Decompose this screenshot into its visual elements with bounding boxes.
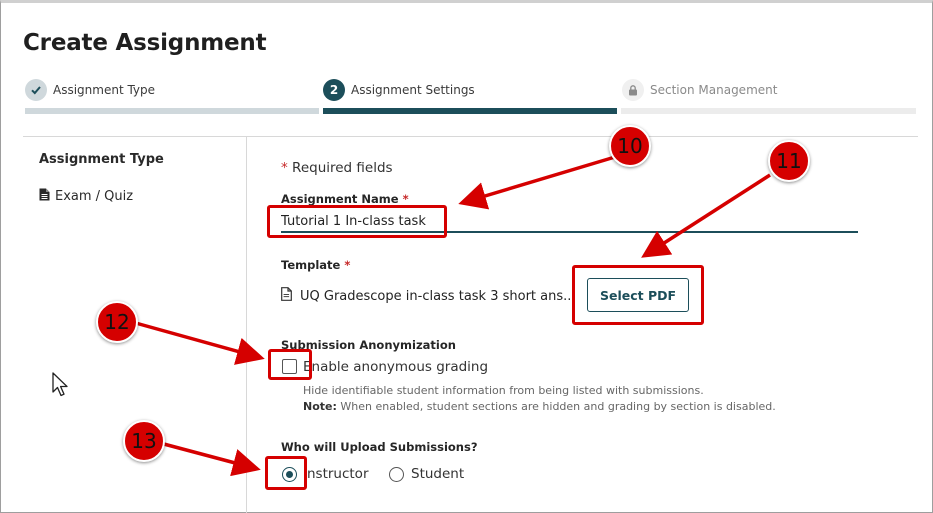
- annotation-badge-10: 10: [609, 125, 651, 167]
- arrow-11: [641, 173, 771, 258]
- annotation-badge-11: 11: [768, 140, 810, 182]
- annotation-badge-12: 12: [96, 301, 138, 343]
- arrow-13: [159, 441, 261, 477]
- annotation-badge-13: 13: [123, 420, 165, 462]
- arrow-10: [458, 155, 616, 210]
- arrow-12: [131, 320, 265, 365]
